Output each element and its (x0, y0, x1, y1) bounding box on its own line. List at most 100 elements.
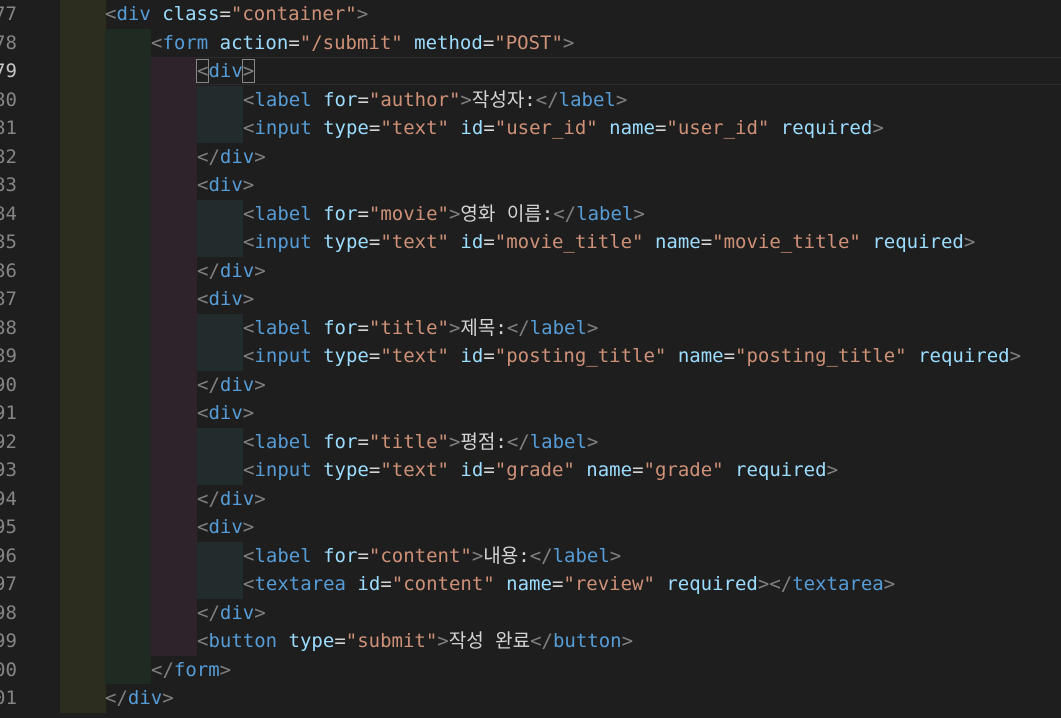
code-line[interactable]: 00 </form> (0, 655, 1061, 685)
code-line[interactable]: 80<label for="author">작성자:</label> (0, 85, 1061, 115)
code-line[interactable]: 84<label for="movie">영화 이름:</label> (0, 199, 1061, 229)
code-text[interactable]: <div> (195, 57, 256, 86)
code-token: > (242, 288, 255, 310)
code-text[interactable]: <div class="container"> (105, 0, 368, 29)
code-token: div (219, 145, 255, 168)
indent-guide (105, 228, 151, 257)
code-token: type (323, 117, 369, 139)
code-token: label (552, 544, 610, 567)
code-editor[interactable]: 77<div class="container">78<form action=… (0, 0, 1061, 718)
code-text[interactable]: </div> (197, 599, 266, 628)
code-token: div (208, 516, 243, 538)
code-line[interactable]: 92 <label for="title">평점:</label> (0, 427, 1061, 457)
code-token: = (483, 345, 495, 367)
code-text[interactable]: <button type="submit">작성 완료</button> (197, 627, 633, 656)
code-line[interactable]: 97<textarea id="content" name="review" r… (0, 570, 1061, 599)
code-text[interactable]: <div> (197, 285, 254, 314)
line-number: 89 (0, 345, 17, 367)
code-line[interactable]: 79 <div> (0, 57, 1061, 86)
indent-guide (197, 85, 243, 114)
code-line[interactable]: 93<input type="text" id="grade" name="gr… (0, 456, 1061, 485)
code-token: = (368, 459, 381, 481)
code-line[interactable]: 78<form action="/submit" method="POST"> (0, 28, 1061, 58)
code-token: > (254, 259, 266, 282)
code-line[interactable]: 90 </div> (0, 370, 1061, 400)
code-token: < (197, 402, 209, 424)
code-line[interactable]: 01 </div> (0, 684, 1061, 713)
code-token: label (529, 316, 587, 339)
code-text[interactable]: </div> (197, 257, 266, 286)
indent-guide (197, 427, 243, 456)
code-token: > (254, 487, 266, 510)
code-line[interactable]: 81<input type="text" id="user_id" name="… (0, 114, 1061, 143)
code-token: id (357, 573, 381, 595)
code-token: < (197, 516, 209, 538)
code-token: < (243, 430, 255, 453)
code-token: textarea (792, 573, 884, 595)
code-token: < (243, 345, 255, 367)
code-text[interactable]: <label for="movie">영화 이름:</label> (243, 200, 645, 229)
line-number: 82 (0, 145, 17, 168)
code-line[interactable]: 85<input type="text" id="movie_title" na… (0, 228, 1061, 257)
indent-guide (60, 399, 106, 428)
indent-guide (60, 85, 106, 114)
code-text[interactable]: <div> (197, 171, 254, 200)
code-token: "/submit" (299, 31, 403, 54)
code-line[interactable]: 89 <input type="text" id="posting_title" … (0, 342, 1061, 371)
code-line[interactable]: 95 <div> (0, 513, 1061, 542)
code-line[interactable]: 88<label for="title">제목:</label> (0, 313, 1061, 343)
code-token: 내용: (483, 544, 530, 567)
code-text[interactable]: <div> (197, 399, 254, 428)
code-text[interactable]: <form action="/submit" method="POST"> (151, 29, 574, 58)
code-text[interactable]: <input type="text" id="movie_title" name… (243, 228, 975, 257)
indent-guide (151, 399, 197, 428)
indent-guide (105, 627, 151, 656)
indent-guide (151, 541, 197, 570)
code-line[interactable]: 94 </div> (0, 484, 1061, 514)
code-text[interactable]: <input type="text" id="user_id" name="us… (243, 114, 884, 143)
code-token: div (219, 259, 255, 282)
code-line[interactable]: 86 </div> (0, 256, 1061, 286)
code-token: required (918, 345, 1010, 367)
code-token: < (243, 544, 255, 567)
code-token: < (243, 202, 255, 225)
code-text[interactable]: </form> (151, 656, 231, 685)
code-text[interactable]: </div> (105, 684, 174, 713)
code-line[interactable]: 99<button type="submit">작성 완료</button> (0, 627, 1061, 656)
code-line[interactable]: 96<label for="content">내용:</label> (0, 541, 1061, 571)
code-text[interactable]: <textarea id="content" name="review" req… (243, 570, 895, 599)
indent-guide (60, 256, 106, 285)
code-token: > (254, 601, 266, 624)
indent-guide (151, 228, 197, 257)
code-text[interactable]: <label for="title">평점:</label> (243, 428, 598, 457)
indent-guide (60, 285, 106, 314)
code-line[interactable]: 82 </div> (0, 142, 1061, 172)
code-text[interactable]: <label for="content">내용:</label> (243, 542, 621, 571)
line-number: 01 (0, 687, 17, 709)
code-text[interactable]: </div> (197, 371, 266, 400)
code-text[interactable]: <label for="title">제목:</label> (243, 314, 598, 343)
code-token: </ (197, 259, 220, 282)
code-token: > (615, 88, 628, 111)
indent-guide (151, 598, 197, 627)
indent-guide (60, 513, 106, 542)
code-text[interactable]: <input type="text" id="posting_title" na… (243, 342, 1021, 371)
code-text[interactable]: <label for="author">작성자:</label> (243, 86, 627, 115)
code-token: < (243, 459, 255, 481)
code-text[interactable]: <input type="text" id="grade" name="grad… (243, 456, 838, 485)
code-text[interactable]: <div> (197, 513, 254, 542)
indent-guide (151, 456, 197, 485)
indent-guide (60, 313, 106, 342)
line-number: 92 (0, 430, 17, 453)
code-line[interactable]: 87 <div> (0, 285, 1061, 314)
indent-guide (105, 28, 151, 57)
code-token: label (254, 544, 312, 567)
code-line[interactable]: 83 <div> (0, 171, 1061, 200)
indent-guide (60, 627, 106, 656)
code-text[interactable]: </div> (197, 143, 266, 172)
code-text[interactable]: </div> (197, 485, 266, 514)
code-line[interactable]: 98 </div> (0, 598, 1061, 628)
code-line[interactable]: 77 <div class="container"> (0, 0, 1061, 29)
code-line[interactable]: 91 <div> (0, 399, 1061, 428)
